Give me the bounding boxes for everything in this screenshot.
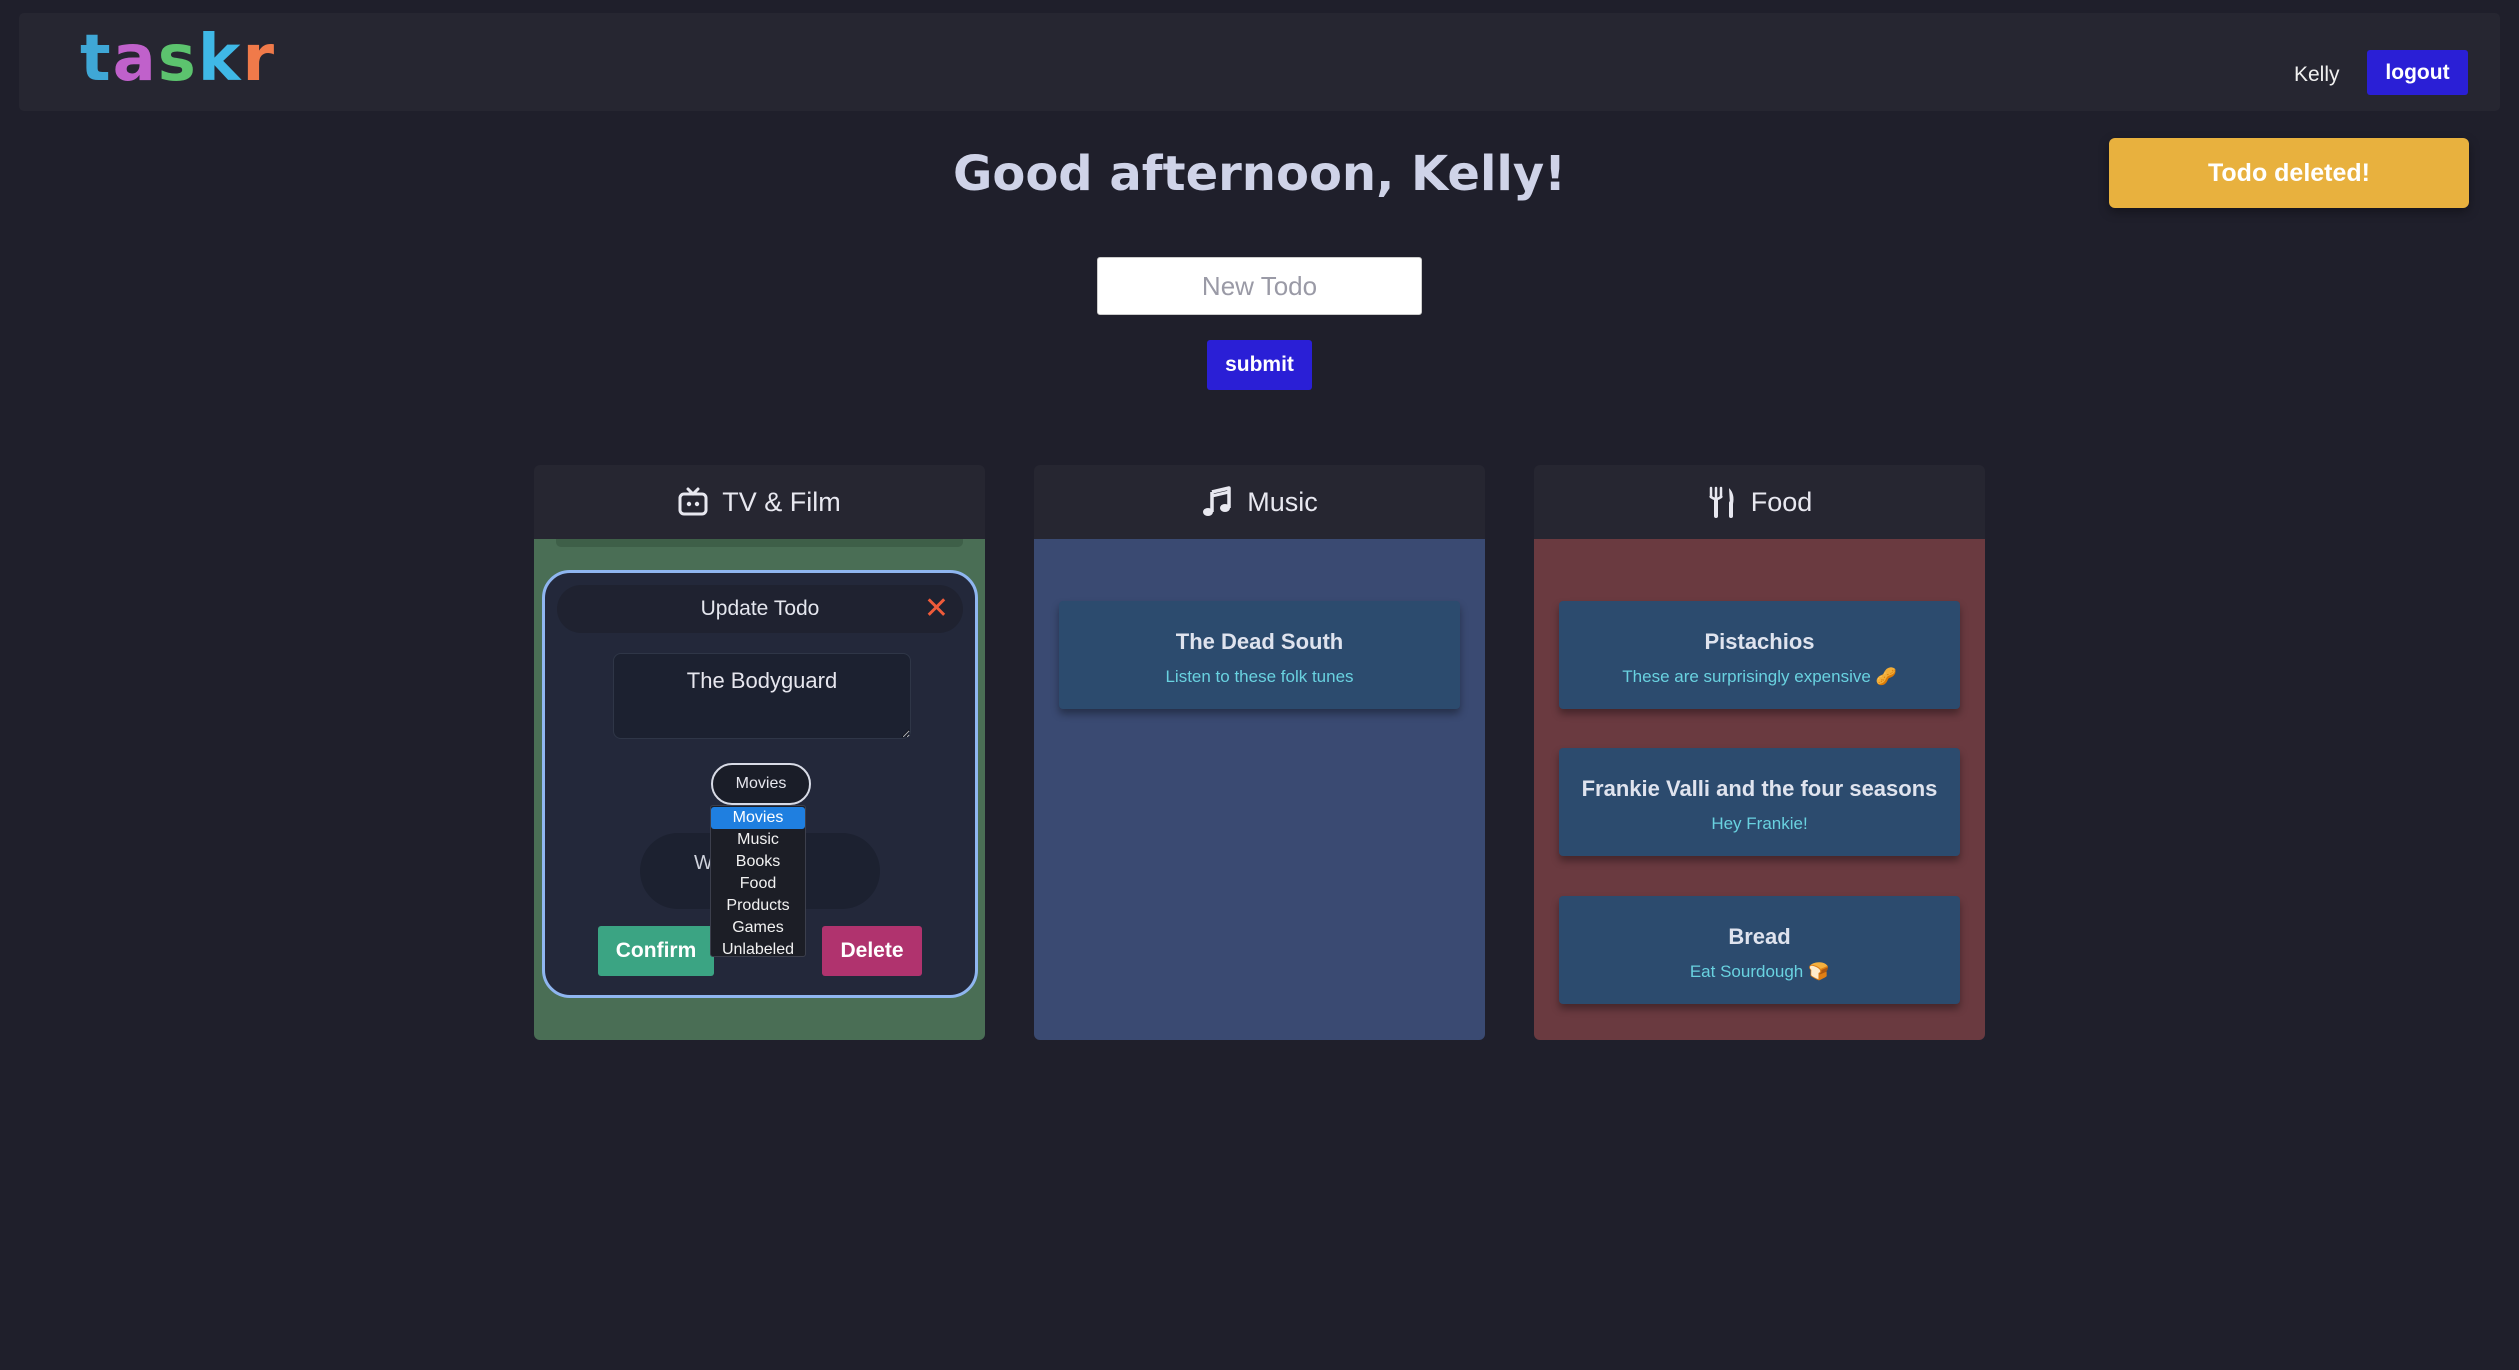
todo-card[interactable]: The Dead South Listen to these folk tune…: [1059, 601, 1460, 709]
column-header: TV & Film: [534, 465, 985, 539]
column-header: Food: [1534, 465, 1985, 539]
column-body: The Dead South Listen to these folk tune…: [1034, 539, 1485, 1040]
submit-button[interactable]: submit: [1207, 340, 1312, 390]
category-option-games[interactable]: Games: [711, 917, 805, 939]
todo-card-description: Listen to these folk tunes: [1165, 667, 1354, 686]
toast-notification: Todo deleted!: [2109, 138, 2469, 208]
delete-button[interactable]: Delete: [822, 926, 922, 976]
column-food: Food Pistachios These are surprisingly e…: [1534, 465, 1985, 1040]
category-option-movies[interactable]: Movies: [711, 807, 805, 829]
logo-letter: a: [112, 22, 158, 96]
column-body: Pistachios These are surprisingly expens…: [1534, 539, 1985, 1040]
utensils-icon: [1707, 486, 1737, 518]
logout-button[interactable]: logout: [2367, 50, 2468, 95]
taskr-logo[interactable]: taskr: [80, 27, 276, 91]
column-music: Music The Dead South Listen to these fol…: [1034, 465, 1485, 1040]
category-option-books[interactable]: Books: [711, 851, 805, 873]
modal-header: Update Todo ✕: [557, 585, 963, 633]
category-dropdown-list: Movies Music Books Food Products Games U…: [710, 805, 806, 958]
new-todo-input[interactable]: [1097, 257, 1422, 315]
todo-text-field[interactable]: The Bodyguard: [613, 653, 911, 739]
todo-card-description: Hey Frankie!: [1711, 814, 1808, 833]
todo-card[interactable]: Pistachios These are surprisingly expens…: [1559, 601, 1960, 709]
category-select[interactable]: Movies: [711, 763, 811, 805]
logo-letter: t: [80, 22, 113, 96]
column-header: Music: [1034, 465, 1485, 539]
column-title: Food: [1750, 486, 1813, 517]
close-icon[interactable]: ✕: [924, 585, 949, 633]
todo-card-title: Frankie Valli and the four seasons: [1581, 776, 1938, 801]
todo-card[interactable]: Bread Eat Sourdough 🍞: [1559, 896, 1960, 1004]
todo-card-title: Pistachios: [1704, 629, 1815, 654]
category-option-food[interactable]: Food: [711, 873, 805, 895]
hidden-card: [556, 539, 963, 547]
todo-card-title: The Dead South: [1175, 629, 1344, 654]
column-title: Music: [1247, 486, 1318, 517]
category-option-unlabeled[interactable]: Unlabeled: [711, 939, 805, 961]
logo-letter: s: [157, 22, 198, 96]
modal-title: Update Todo: [700, 597, 820, 620]
category-option-products[interactable]: Products: [711, 895, 805, 917]
music-note-icon: [1201, 486, 1233, 518]
todo-card-description: Eat Sourdough 🍞: [1689, 962, 1830, 981]
confirm-button[interactable]: Confirm: [598, 926, 714, 976]
logo-letter: r: [242, 22, 276, 96]
top-navbar: taskr Kelly logout: [19, 13, 2500, 111]
column-title: TV & Film: [722, 486, 841, 517]
nav-username: Kelly: [2294, 63, 2340, 86]
category-option-music[interactable]: Music: [711, 829, 805, 851]
todo-card-title: Bread: [1728, 924, 1791, 949]
todo-card-description: These are surprisingly expensive 🥜: [1622, 667, 1897, 686]
todo-card[interactable]: Frankie Valli and the four seasons Hey F…: [1559, 748, 1960, 856]
tv-icon: [678, 487, 708, 517]
logo-letter: k: [197, 22, 243, 96]
